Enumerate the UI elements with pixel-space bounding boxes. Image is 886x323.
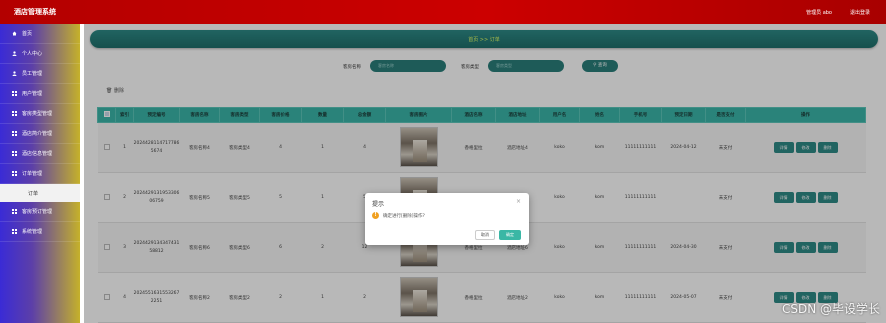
sidebar-item-profile[interactable]: 个人中心 xyxy=(0,44,80,64)
sidebar-item-hotel-info[interactable]: 酒店信息管理 xyxy=(0,144,80,164)
sidebar-item-room-booking[interactable]: 客房预订管理 xyxy=(0,202,80,222)
sidebar-item-home[interactable]: 首页 xyxy=(0,24,80,44)
grid-icon xyxy=(12,111,17,116)
cancel-button[interactable]: 取消 xyxy=(475,230,495,240)
logout-link[interactable]: 退出登录 xyxy=(850,9,870,16)
sidebar-subitem-label: 订单 xyxy=(28,190,39,197)
grid-icon xyxy=(12,171,17,176)
sidebar-item-label: 首页 xyxy=(22,31,33,37)
confirm-dialog: 提示 × ! 确定进行[删除]操作? 取消 确定 xyxy=(365,193,529,245)
home-icon xyxy=(12,31,17,36)
close-icon[interactable]: × xyxy=(516,198,521,205)
sidebar-item-room-types[interactable]: 客房类型管理 xyxy=(0,104,80,124)
app-title: 酒店管理系统 xyxy=(14,8,56,16)
warning-icon: ! xyxy=(372,212,379,219)
sidebar-item-hotel-intro[interactable]: 酒店简介管理 xyxy=(0,124,80,144)
sidebar-item-label: 订单管理 xyxy=(22,171,43,177)
dialog-message: 确定进行[删除]操作? xyxy=(383,214,425,219)
top-bar: 酒店管理系统 管理员 abo 退出登录 xyxy=(0,0,886,24)
sidebar-item-label: 员工管理 xyxy=(22,71,43,77)
confirm-button[interactable]: 确定 xyxy=(499,230,521,240)
sidebar-item-orders[interactable]: 订单管理 xyxy=(0,164,80,184)
sidebar-item-system[interactable]: 系统管理 xyxy=(0,222,80,242)
dialog-title: 提示 xyxy=(372,201,385,208)
user-icon xyxy=(12,71,17,76)
sidebar-subitem-order[interactable]: 订单 xyxy=(0,184,80,202)
sidebar-item-users[interactable]: 用户管理 xyxy=(0,84,80,104)
sidebar: 首页 个人中心 员工管理 用户管理 客房类型管理 酒店简介管理 酒店信息管理 订… xyxy=(0,24,80,323)
grid-icon xyxy=(12,131,17,136)
grid-icon xyxy=(12,91,17,96)
sidebar-item-label: 客房类型管理 xyxy=(22,111,53,117)
grid-icon xyxy=(12,229,17,234)
current-user-label: 管理员 abo xyxy=(806,10,832,16)
sidebar-item-label: 个人中心 xyxy=(22,51,43,57)
sidebar-item-label: 酒店信息管理 xyxy=(22,151,53,157)
modal-overlay[interactable] xyxy=(84,24,886,323)
grid-icon xyxy=(12,209,17,214)
sidebar-item-staff[interactable]: 员工管理 xyxy=(0,64,80,84)
watermark: CSDN @毕设学长 xyxy=(781,302,880,316)
grid-icon xyxy=(12,151,17,156)
sidebar-item-label: 酒店简介管理 xyxy=(22,131,53,137)
sidebar-item-label: 系统管理 xyxy=(22,229,43,235)
user-icon xyxy=(12,51,17,56)
sidebar-item-label: 用户管理 xyxy=(22,91,43,97)
sidebar-item-label: 客房预订管理 xyxy=(22,209,53,215)
